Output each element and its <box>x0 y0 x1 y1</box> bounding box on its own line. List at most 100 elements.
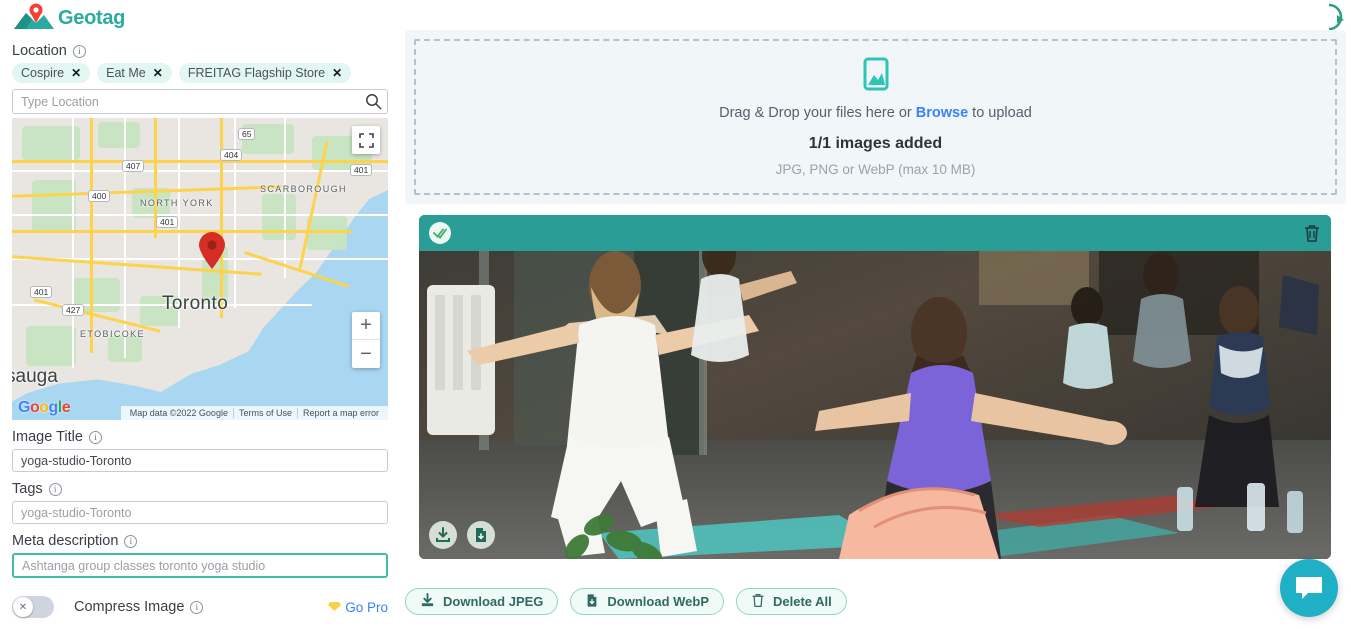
browse-link[interactable]: Browse <box>916 105 968 121</box>
location-chip[interactable]: FREITAG Flagship Store ✕ <box>178 63 352 83</box>
map-highway-shield: 427 <box>62 304 85 316</box>
map-place-label: NORTH YORK <box>140 198 214 208</box>
image-title-input[interactable] <box>12 449 388 472</box>
compress-image-label: Compress Image <box>74 599 204 615</box>
image-title-label: Image Title <box>12 429 388 445</box>
map-highway-shield: 401 <box>156 216 179 228</box>
map-highway <box>90 118 93 353</box>
location-map[interactable]: 65 404 407 400 401 401 401 427 SCARBOROU… <box>12 118 388 420</box>
location-search-wrap <box>12 89 388 114</box>
chip-remove-icon[interactable]: ✕ <box>153 67 163 79</box>
download-tray-icon[interactable] <box>429 521 457 549</box>
map-place-label: SCARBOROUGH <box>260 184 347 194</box>
chip-remove-icon[interactable]: ✕ <box>71 67 81 79</box>
map-road <box>12 170 388 172</box>
chip-remove-icon[interactable]: ✕ <box>332 67 342 79</box>
image-title-label-text: Image Title <box>12 429 83 445</box>
diamond-icon <box>328 600 342 615</box>
meta-description-input[interactable] <box>12 553 388 578</box>
map-highway-shield: 404 <box>220 149 243 161</box>
download-jpeg-label: Download JPEG <box>443 594 544 609</box>
uploaded-image-card <box>419 215 1331 559</box>
info-icon[interactable] <box>190 600 204 614</box>
location-input[interactable] <box>12 89 388 114</box>
tags-label: Tags <box>12 481 388 497</box>
delete-all-label: Delete All <box>773 594 832 609</box>
geotag-logo-icon <box>12 3 56 33</box>
dropzone-instruction-suffix: to upload <box>968 105 1032 121</box>
download-icon <box>420 592 435 611</box>
location-chip[interactable]: Eat Me ✕ <box>97 63 172 83</box>
compress-image-row: ✕ Compress Image Go Pro <box>12 596 388 618</box>
map-highway-shield: 65 <box>238 128 256 140</box>
go-pro-link[interactable]: Go Pro <box>328 600 388 615</box>
map-road <box>284 118 286 278</box>
info-icon[interactable] <box>124 534 138 548</box>
map-road <box>12 214 388 216</box>
chip-label: FREITAG Flagship Store <box>187 66 326 80</box>
compress-image-label-text: Compress Image <box>74 599 185 615</box>
map-highway-shield: 407 <box>122 160 145 172</box>
map-park <box>307 216 347 250</box>
map-report-link[interactable]: Report a map error <box>296 408 384 418</box>
download-webp-button[interactable]: Download WebP <box>570 588 725 615</box>
go-pro-label: Go Pro <box>345 599 388 615</box>
info-icon[interactable] <box>48 482 62 496</box>
double-check-icon[interactable] <box>429 222 451 244</box>
map-highway-shield: 401 <box>350 164 373 176</box>
map-highway <box>12 160 388 163</box>
main-content-panel: Drag & Drop your files here or Browse to… <box>400 0 1351 629</box>
left-sidebar-panel: Geotag Location Cospire ✕ Eat Me ✕ FREIT… <box>0 0 400 629</box>
tags-input[interactable] <box>12 501 388 524</box>
map-zoom-in-button[interactable]: + <box>352 312 380 340</box>
map-park <box>98 122 140 148</box>
map-park <box>32 180 76 232</box>
map-place-label: sauga <box>12 366 58 387</box>
info-icon[interactable] <box>72 44 86 58</box>
google-logo: Google <box>18 399 71 416</box>
top-right-widget[interactable] <box>1327 2 1351 32</box>
file-dropzone[interactable]: Drag & Drop your files here or Browse to… <box>414 39 1337 195</box>
meta-description-label: Meta description <box>12 533 388 549</box>
location-chip-list: Cospire ✕ Eat Me ✕ FREITAG Flagship Stor… <box>12 63 388 83</box>
chat-bubble-icon[interactable] <box>1280 559 1338 617</box>
location-label-text: Location <box>12 43 67 59</box>
map-zoom-out-button[interactable]: − <box>352 340 380 368</box>
trash-icon[interactable] <box>1303 224 1321 243</box>
file-download-icon <box>585 593 599 611</box>
trash-icon <box>751 593 765 611</box>
image-card-actions <box>429 521 495 549</box>
map-place-label: ETOBICOKE <box>80 329 145 339</box>
brand-name: Geotag <box>58 6 126 29</box>
tags-label-text: Tags <box>12 481 43 497</box>
dropzone-instruction: Drag & Drop your files here or Browse to… <box>719 105 1032 121</box>
map-attribution: Map data ©2022 Google Terms of Use Repor… <box>120 406 388 420</box>
accepted-formats-text: JPG, PNG or WebP (max 10 MB) <box>775 162 976 177</box>
map-highway-shield: 401 <box>30 286 53 298</box>
map-park <box>26 326 76 366</box>
brand-logo[interactable]: Geotag <box>12 0 388 34</box>
map-zoom-controls[interactable]: + − <box>352 312 380 368</box>
map-road <box>72 118 74 368</box>
map-attribution-data: Map data ©2022 Google <box>129 408 228 418</box>
image-placeholder-icon <box>859 57 893 96</box>
image-card-header <box>419 215 1331 251</box>
map-terms-link[interactable]: Terms of Use <box>232 408 297 418</box>
info-icon[interactable] <box>88 430 102 444</box>
bottom-action-bar: Download JPEG Download WebP Delete All <box>405 588 847 615</box>
location-chip[interactable]: Cospire ✕ <box>12 63 91 83</box>
download-jpeg-button[interactable]: Download JPEG <box>405 588 559 615</box>
dropzone-instruction-prefix: Drag & Drop your files here or <box>719 105 916 121</box>
compress-image-toggle[interactable]: ✕ <box>12 596 54 618</box>
toggle-knob: ✕ <box>13 597 33 617</box>
download-webp-label: Download WebP <box>607 594 710 609</box>
map-pin-icon[interactable] <box>198 232 226 270</box>
map-fullscreen-icon[interactable] <box>352 126 380 154</box>
map-highway-shield: 400 <box>88 190 111 202</box>
delete-all-button[interactable]: Delete All <box>736 588 847 615</box>
map-highway <box>12 230 352 233</box>
file-download-icon[interactable] <box>467 521 495 549</box>
images-added-count: 1/1 images added <box>808 135 943 152</box>
search-icon[interactable] <box>365 93 382 110</box>
location-label: Location <box>12 43 388 59</box>
